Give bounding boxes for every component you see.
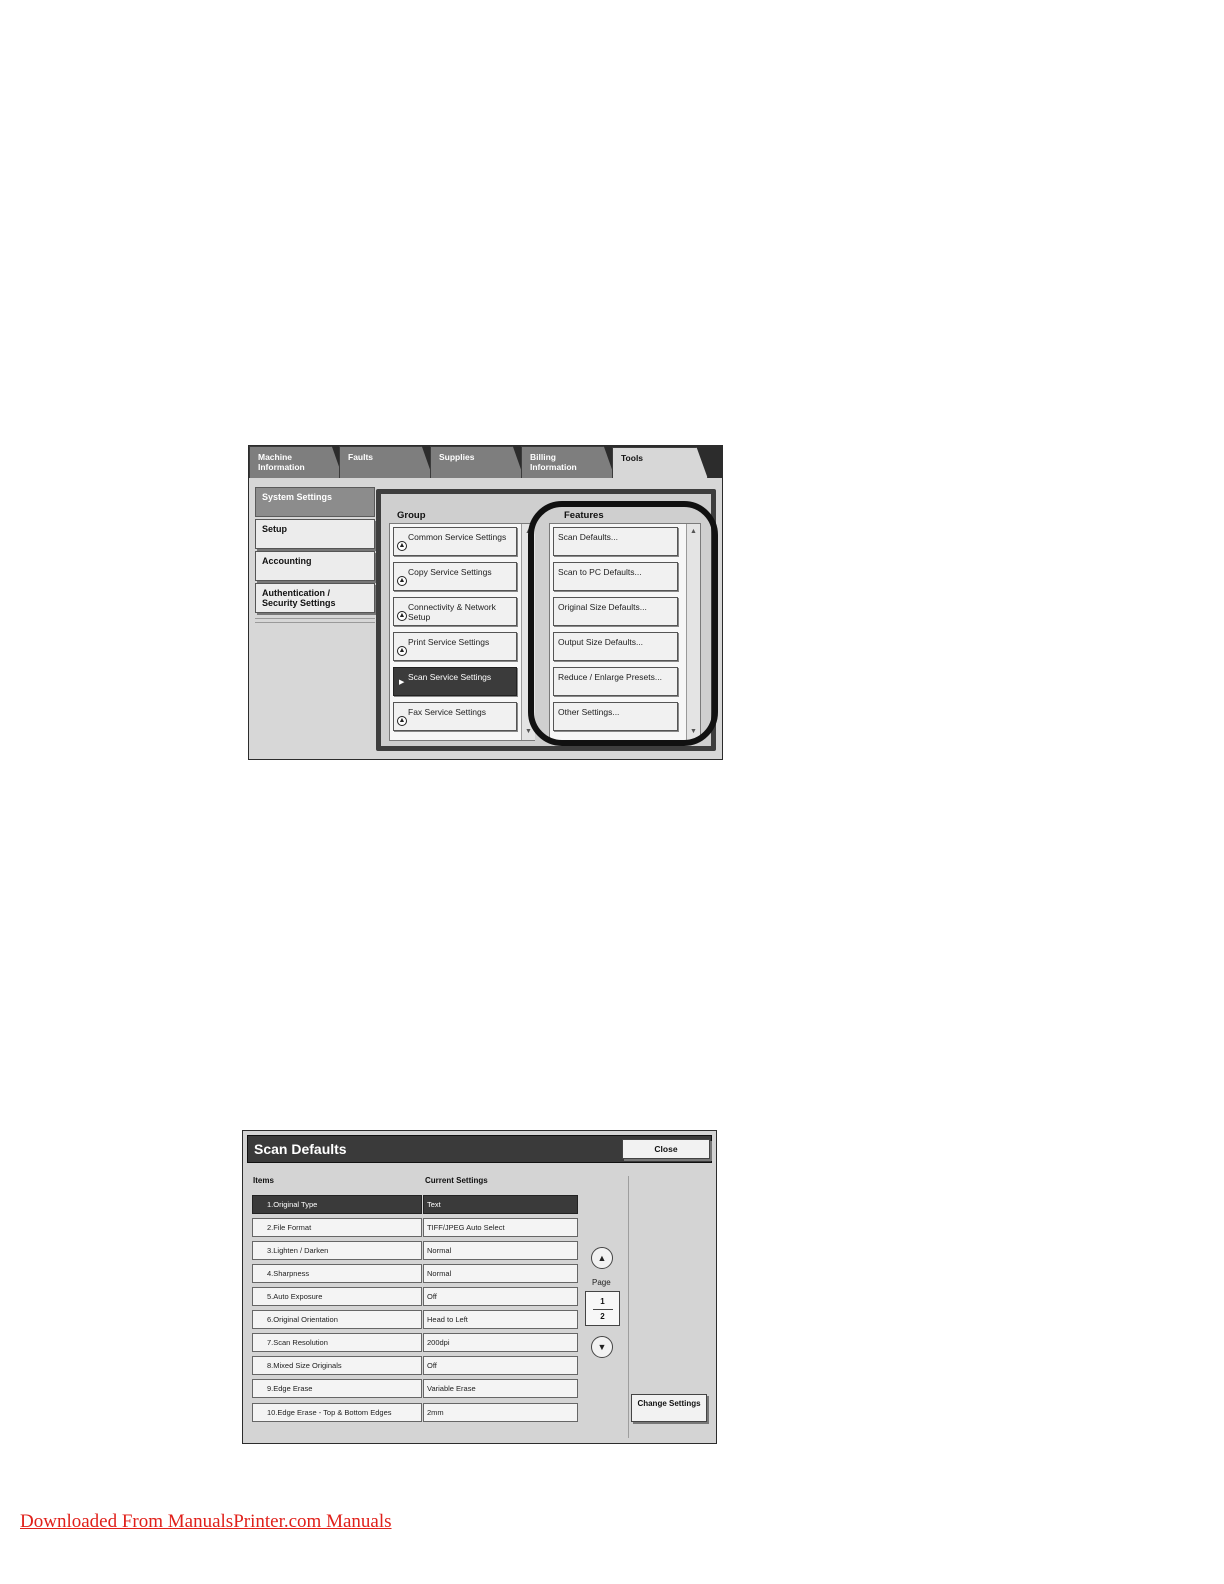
expand-icon: ▲ — [397, 611, 407, 621]
row-value: Normal — [423, 1264, 578, 1283]
tab-tools[interactable]: Tools — [612, 447, 708, 479]
expand-icon: ▲ — [397, 716, 407, 726]
row-value: Normal — [423, 1241, 578, 1260]
sidebar-item-system-settings[interactable]: System Settings — [255, 487, 375, 517]
expand-icon: ▲ — [397, 576, 407, 586]
group-item-label: Copy Service Settings — [408, 567, 492, 577]
table-row[interactable]: 7.Scan Resolution 200dpi — [252, 1333, 578, 1352]
page-down-icon[interactable]: ▼ — [591, 1336, 613, 1358]
group-item-label: Common Service Settings — [408, 532, 507, 542]
scan-defaults-header: Scan Defaults Close — [247, 1135, 712, 1163]
change-settings-button[interactable]: Change Settings — [631, 1394, 707, 1422]
row-item: 3.Lighten / Darken — [252, 1241, 422, 1260]
scan-defaults-screen: Scan Defaults Close Items Current Settin… — [242, 1130, 717, 1444]
row-item: 2.File Format — [252, 1218, 422, 1237]
row-item: 6.Original Orientation — [252, 1310, 422, 1329]
column-header-current-settings: Current Settings — [425, 1176, 488, 1185]
page-label: Page — [592, 1278, 611, 1287]
panel-divider — [628, 1176, 629, 1438]
row-value: 200dpi — [423, 1333, 578, 1352]
footer-download-link[interactable]: Downloaded From ManualsPrinter.com Manua… — [20, 1511, 392, 1533]
page-current: 1 — [600, 1297, 605, 1306]
group-item-copy-service-settings[interactable]: ▲ Copy Service Settings — [393, 562, 517, 591]
table-row[interactable]: 4.Sharpness Normal — [252, 1264, 578, 1283]
group-item-label: Connectivity & Network Setup — [408, 602, 496, 622]
sidebar-item-setup[interactable]: Setup — [255, 519, 375, 549]
row-item: 7.Scan Resolution — [252, 1333, 422, 1352]
close-button[interactable]: Close — [622, 1139, 710, 1159]
group-item-fax-service-settings[interactable]: ▲ Fax Service Settings — [393, 702, 517, 731]
column-header-items: Items — [253, 1176, 274, 1185]
tab-billing-information[interactable]: Billing Information — [521, 446, 615, 478]
table-row[interactable]: 5.Auto Exposure Off — [252, 1287, 578, 1306]
group-item-label: Print Service Settings — [408, 637, 490, 647]
table-row[interactable]: 3.Lighten / Darken Normal — [252, 1241, 578, 1260]
page-divider — [593, 1309, 613, 1310]
row-item: 9.Edge Erase — [252, 1379, 422, 1398]
row-item: 8.Mixed Size Originals — [252, 1356, 422, 1375]
row-value: 2mm — [423, 1403, 578, 1422]
row-value: Off — [423, 1287, 578, 1306]
expand-icon: ▲ — [397, 646, 407, 656]
sidebar-item-authentication-security[interactable]: Authentication / Security Settings — [255, 583, 375, 613]
group-heading: Group — [397, 510, 426, 521]
group-list: ▲ Common Service Settings ▲ Copy Service… — [389, 523, 535, 741]
tab-faults[interactable]: Faults — [339, 446, 433, 478]
page-indicator: 1 2 — [585, 1291, 620, 1326]
group-item-connectivity-network-setup[interactable]: ▲ Connectivity & Network Setup — [393, 597, 517, 626]
table-row[interactable]: 6.Original Orientation Head to Left — [252, 1310, 578, 1329]
sidebar-item-accounting[interactable]: Accounting — [255, 551, 375, 581]
group-item-scan-service-settings[interactable]: ▶ Scan Service Settings — [393, 667, 517, 696]
table-row[interactable]: 2.File Format TIFF/JPEG Auto Select — [252, 1218, 578, 1237]
selected-arrow-icon: ▶ — [399, 679, 405, 686]
table-row[interactable]: 8.Mixed Size Originals Off — [252, 1356, 578, 1375]
page-up-icon[interactable]: ▲ — [591, 1247, 613, 1269]
group-item-label: Scan Service Settings — [408, 672, 492, 682]
group-item-label: Fax Service Settings — [408, 707, 486, 717]
tab-underline — [249, 478, 722, 480]
table-row[interactable]: 1.Original Type Text — [252, 1195, 578, 1214]
table-row[interactable]: 9.Edge Erase Variable Erase — [252, 1379, 578, 1398]
row-value: Off — [423, 1356, 578, 1375]
row-item: 1.Original Type — [252, 1195, 422, 1214]
row-value: Text — [423, 1195, 578, 1214]
highlight-circle-annotation — [528, 501, 718, 746]
expand-icon: ▲ — [397, 541, 407, 551]
page-title: Scan Defaults — [254, 1141, 347, 1157]
row-value: Variable Erase — [423, 1379, 578, 1398]
group-item-print-service-settings[interactable]: ▲ Print Service Settings — [393, 632, 517, 661]
sidebar-divider — [255, 622, 375, 623]
tab-supplies[interactable]: Supplies — [430, 446, 524, 478]
row-value: Head to Left — [423, 1310, 578, 1329]
page-total: 2 — [600, 1312, 605, 1321]
row-item: 10.Edge Erase - Top & Bottom Edges — [252, 1403, 422, 1422]
row-value: TIFF/JPEG Auto Select — [423, 1218, 578, 1237]
row-item: 5.Auto Exposure — [252, 1287, 422, 1306]
table-row[interactable]: 10.Edge Erase - Top & Bottom Edges 2mm — [252, 1403, 578, 1422]
sidebar-divider — [255, 618, 375, 619]
row-item: 4.Sharpness — [252, 1264, 422, 1283]
group-item-common-service-settings[interactable]: ▲ Common Service Settings — [393, 527, 517, 556]
tab-machine-information[interactable]: Machine Information — [249, 446, 343, 478]
